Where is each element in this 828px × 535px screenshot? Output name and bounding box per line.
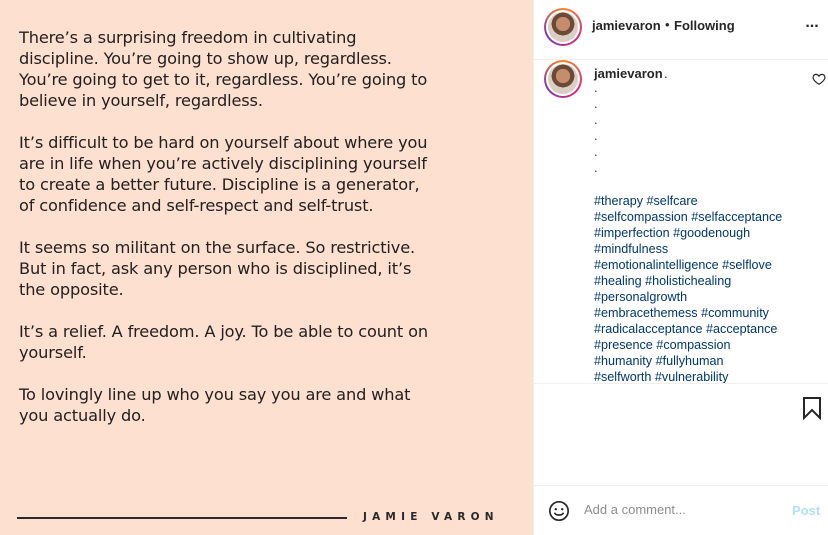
caption-text-start: .: [664, 66, 668, 81]
caption-dot: .: [594, 160, 598, 175]
avatar[interactable]: [544, 8, 582, 46]
quote-text: There’s a surprising freedom in cultivat…: [19, 27, 429, 447]
post-comment-button[interactable]: Post: [792, 503, 820, 518]
caption-dots: . . . . . .: [594, 80, 604, 176]
hashtag-list: #therapy #selfcare #selfcompassion #self…: [594, 193, 826, 383]
hashtag-line[interactable]: #emotionalintelligence #selflove: [594, 257, 826, 273]
header-username[interactable]: jamievaron: [592, 18, 661, 33]
following-button[interactable]: Following: [674, 18, 735, 33]
caption-dot: .: [594, 144, 598, 159]
caption-dot: .: [594, 96, 598, 111]
hashtag-line[interactable]: #presence #compassion: [594, 337, 826, 353]
hashtag-line[interactable]: #radicalacceptance #acceptance: [594, 321, 826, 337]
post-side-panel: jamievaron • Following ... jamievaron . …: [533, 0, 828, 535]
post-image: There’s a surprising freedom in cultivat…: [0, 0, 533, 535]
comment-bar: Post: [534, 485, 828, 535]
hashtag-line[interactable]: #mindfulness: [594, 241, 826, 257]
hashtag-line[interactable]: #selfcompassion #selfacceptance: [594, 209, 826, 225]
post-header: jamievaron • Following ...: [534, 0, 828, 60]
separator-dot: •: [665, 17, 670, 32]
caption-dot: .: [594, 128, 598, 143]
heart-icon[interactable]: [812, 72, 826, 86]
profile-photo: [548, 12, 578, 42]
signature: JAMIE VARON: [363, 511, 499, 523]
caption-username[interactable]: jamievaron: [594, 66, 663, 81]
caption-profile-photo: [548, 64, 578, 94]
quote-paragraph-2: It’s difficult to be hard on yourself ab…: [19, 133, 428, 215]
hashtag-line[interactable]: #therapy #selfcare: [594, 193, 826, 209]
bookmark-icon[interactable]: [802, 396, 822, 420]
hashtag-line[interactable]: #humanity #fullyhuman: [594, 353, 826, 369]
emoji-icon[interactable]: [548, 500, 570, 522]
caption-area[interactable]: jamievaron . . . . . . . #therapy #selfc…: [534, 60, 828, 384]
caption-dot: .: [594, 80, 598, 95]
hashtag-line[interactable]: #personalgrowth: [594, 289, 826, 305]
more-horizontal-icon[interactable]: ...: [802, 13, 822, 33]
quote-paragraph-1: There’s a surprising freedom in cultivat…: [19, 28, 428, 110]
hashtag-line[interactable]: #healing #holistichealing: [594, 273, 826, 289]
caption-avatar[interactable]: [544, 60, 582, 98]
comment-input[interactable]: [584, 502, 774, 517]
quote-paragraph-3: It seems so militant on the surface. So …: [19, 238, 416, 299]
hashtag-line[interactable]: #embracethemess #community: [594, 305, 826, 321]
caption-dot: .: [594, 112, 598, 127]
quote-paragraph-4: It’s a relief. A freedom. A joy. To be a…: [19, 322, 428, 362]
hashtag-line[interactable]: #imperfection #goodenough: [594, 225, 826, 241]
signature-divider: [17, 517, 347, 519]
quote-paragraph-5: To lovingly line up who you say you are …: [19, 385, 411, 425]
hashtag-line[interactable]: #selfworth #vulnerability: [594, 369, 826, 383]
